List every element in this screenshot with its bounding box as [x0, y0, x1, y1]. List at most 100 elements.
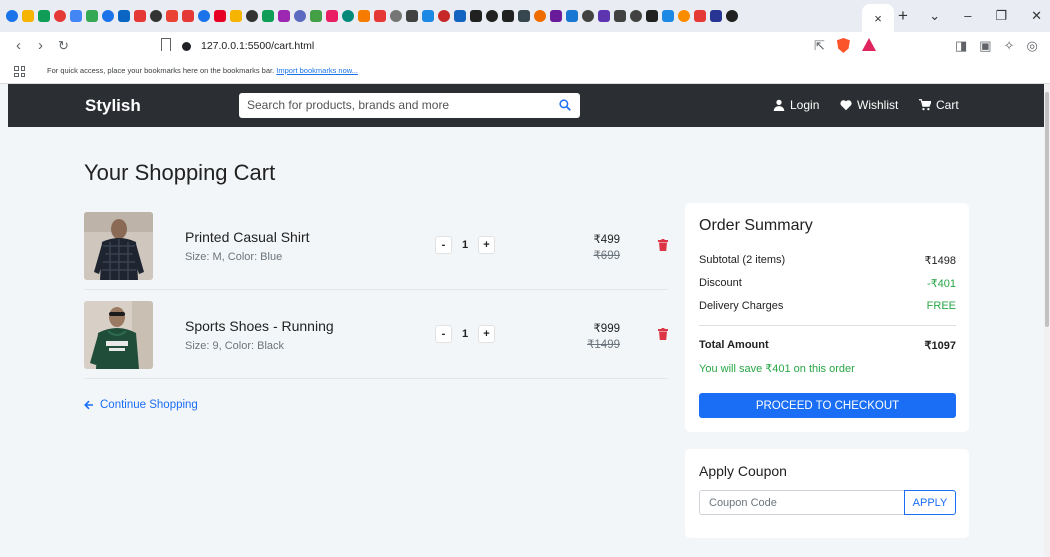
search-bar	[239, 93, 580, 118]
pinned-tab-favicon-icon[interactable]	[182, 10, 194, 22]
tab-search-icon[interactable]: ⌄	[929, 8, 940, 24]
pinned-tab-favicon-icon[interactable]	[278, 10, 290, 22]
pinned-tab-favicon-icon[interactable]	[662, 10, 674, 22]
decrease-qty-button[interactable]: -	[435, 325, 452, 343]
decrease-qty-button[interactable]: -	[435, 236, 452, 254]
pinned-tab-favicon-icon[interactable]	[214, 10, 226, 22]
scrollbar-thumb[interactable]	[1045, 92, 1049, 327]
increase-qty-button[interactable]: +	[478, 236, 495, 254]
quantity-value: 1	[461, 239, 469, 251]
pinned-tab-favicon-icon[interactable]	[646, 10, 658, 22]
brave-shield-icon[interactable]	[836, 38, 850, 53]
item-name[interactable]: Printed Casual Shirt	[185, 229, 310, 245]
pinned-tab-favicon-icon[interactable]	[262, 10, 274, 22]
nav-cart[interactable]: Cart	[919, 98, 959, 112]
pinned-tab-favicon-icon[interactable]	[246, 10, 258, 22]
pinned-tab-favicon-icon[interactable]	[86, 10, 98, 22]
pinned-tab-favicon-icon[interactable]	[694, 10, 706, 22]
pinned-tab-favicon-icon[interactable]	[294, 10, 306, 22]
new-tab-button[interactable]: +	[898, 7, 908, 24]
pinned-tab-favicon-icon[interactable]	[390, 10, 402, 22]
pinned-tab-favicon-icon[interactable]	[630, 10, 642, 22]
minimize-icon[interactable]: –	[964, 8, 971, 24]
close-window-icon[interactable]: ✕	[1031, 8, 1042, 24]
pinned-tab-favicon-icon[interactable]	[230, 10, 242, 22]
sidebar-icon[interactable]: ◨	[955, 38, 967, 54]
summary-total-row: Total Amount ₹1097	[699, 339, 956, 352]
cart-item: Sports Shoes - Running Size: 9, Color: B…	[84, 301, 668, 379]
pinned-tab-favicon-icon[interactable]	[470, 10, 482, 22]
back-icon[interactable]: ‹	[16, 37, 21, 54]
pinned-tabs[interactable]	[0, 0, 860, 32]
brand-logo[interactable]: Stylish	[85, 96, 141, 116]
pinned-tab-favicon-icon[interactable]	[582, 10, 594, 22]
product-image-shoes[interactable]	[84, 301, 153, 369]
pinned-tab-favicon-icon[interactable]	[22, 10, 34, 22]
close-tab-icon[interactable]: ×	[874, 11, 882, 26]
extensions-icon[interactable]: ✧	[1004, 38, 1015, 54]
checkout-button[interactable]: PROCEED TO CHECKOUT	[699, 393, 956, 418]
active-tab[interactable]: ×	[862, 4, 894, 32]
pinned-tab-favicon-icon[interactable]	[102, 10, 114, 22]
pinned-tab-favicon-icon[interactable]	[710, 10, 722, 22]
pinned-tab-favicon-icon[interactable]	[374, 10, 386, 22]
pinned-tab-favicon-icon[interactable]	[166, 10, 178, 22]
pinned-tab-favicon-icon[interactable]	[150, 10, 162, 22]
pinned-tab-favicon-icon[interactable]	[454, 10, 466, 22]
summary-title: Order Summary	[699, 217, 813, 234]
nav-login[interactable]: Login	[773, 98, 819, 112]
item-meta: Size: 9, Color: Black	[185, 340, 285, 352]
reload-icon[interactable]: ↻	[58, 38, 69, 54]
product-image-shirt[interactable]	[84, 212, 153, 280]
increase-qty-button[interactable]: +	[478, 325, 495, 343]
item-name[interactable]: Sports Shoes - Running	[185, 318, 334, 334]
pinned-tab-favicon-icon[interactable]	[534, 10, 546, 22]
apps-icon[interactable]	[14, 66, 25, 77]
share-icon[interactable]: ⇱	[814, 38, 825, 54]
pinned-tab-favicon-icon[interactable]	[678, 10, 690, 22]
continue-shopping-link[interactable]: Continue Shopping	[84, 399, 198, 411]
pinned-tab-favicon-icon[interactable]	[502, 10, 514, 22]
pinned-tab-favicon-icon[interactable]	[118, 10, 130, 22]
restore-icon[interactable]: ❐	[995, 8, 1007, 24]
coupon-input[interactable]	[699, 490, 904, 515]
url-text[interactable]: 127.0.0.1:5500/cart.html	[201, 40, 314, 52]
vpn-icon[interactable]: ◎	[1027, 38, 1038, 54]
pinned-tab-favicon-icon[interactable]	[726, 10, 738, 22]
subtotal-label: Subtotal (2 items)	[699, 254, 786, 266]
pinned-tab-favicon-icon[interactable]	[310, 10, 322, 22]
pinned-tab-favicon-icon[interactable]	[6, 10, 18, 22]
pinned-tab-favicon-icon[interactable]	[598, 10, 610, 22]
pinned-tab-favicon-icon[interactable]	[342, 10, 354, 22]
pinned-tab-favicon-icon[interactable]	[358, 10, 370, 22]
pinned-tab-favicon-icon[interactable]	[422, 10, 434, 22]
trash-icon[interactable]	[658, 239, 668, 251]
pinned-tab-favicon-icon[interactable]	[518, 10, 530, 22]
pinned-tab-favicon-icon[interactable]	[70, 10, 82, 22]
url-field[interactable]: 127.0.0.1:5500/cart.html	[182, 35, 882, 57]
pinned-tab-favicon-icon[interactable]	[614, 10, 626, 22]
search-icon[interactable]	[559, 99, 571, 111]
arrow-left-icon	[84, 400, 93, 410]
pinned-tab-favicon-icon[interactable]	[406, 10, 418, 22]
pinned-tab-favicon-icon[interactable]	[486, 10, 498, 22]
search-input[interactable]	[247, 98, 547, 112]
pinned-tab-favicon-icon[interactable]	[438, 10, 450, 22]
pinned-tab-favicon-icon[interactable]	[38, 10, 50, 22]
pinned-tab-favicon-icon[interactable]	[566, 10, 578, 22]
trash-icon[interactable]	[658, 328, 668, 340]
pinned-tab-favicon-icon[interactable]	[198, 10, 210, 22]
pinned-tab-favicon-icon[interactable]	[134, 10, 146, 22]
forward-icon[interactable]: ›	[38, 37, 43, 54]
bookmark-icon[interactable]	[161, 38, 171, 51]
import-bookmarks-link[interactable]: Import bookmarks now...	[276, 66, 358, 75]
brave-rewards-icon[interactable]	[861, 38, 876, 51]
quantity-stepper: - 1 +	[435, 325, 495, 343]
nav-wishlist[interactable]: Wishlist	[840, 98, 898, 112]
apply-coupon-button[interactable]: APPLY	[904, 490, 956, 515]
site-info-icon[interactable]	[182, 41, 191, 51]
pinned-tab-favicon-icon[interactable]	[54, 10, 66, 22]
pinned-tab-favicon-icon[interactable]	[326, 10, 338, 22]
wallet-icon[interactable]: ▣	[979, 38, 991, 54]
pinned-tab-favicon-icon[interactable]	[550, 10, 562, 22]
